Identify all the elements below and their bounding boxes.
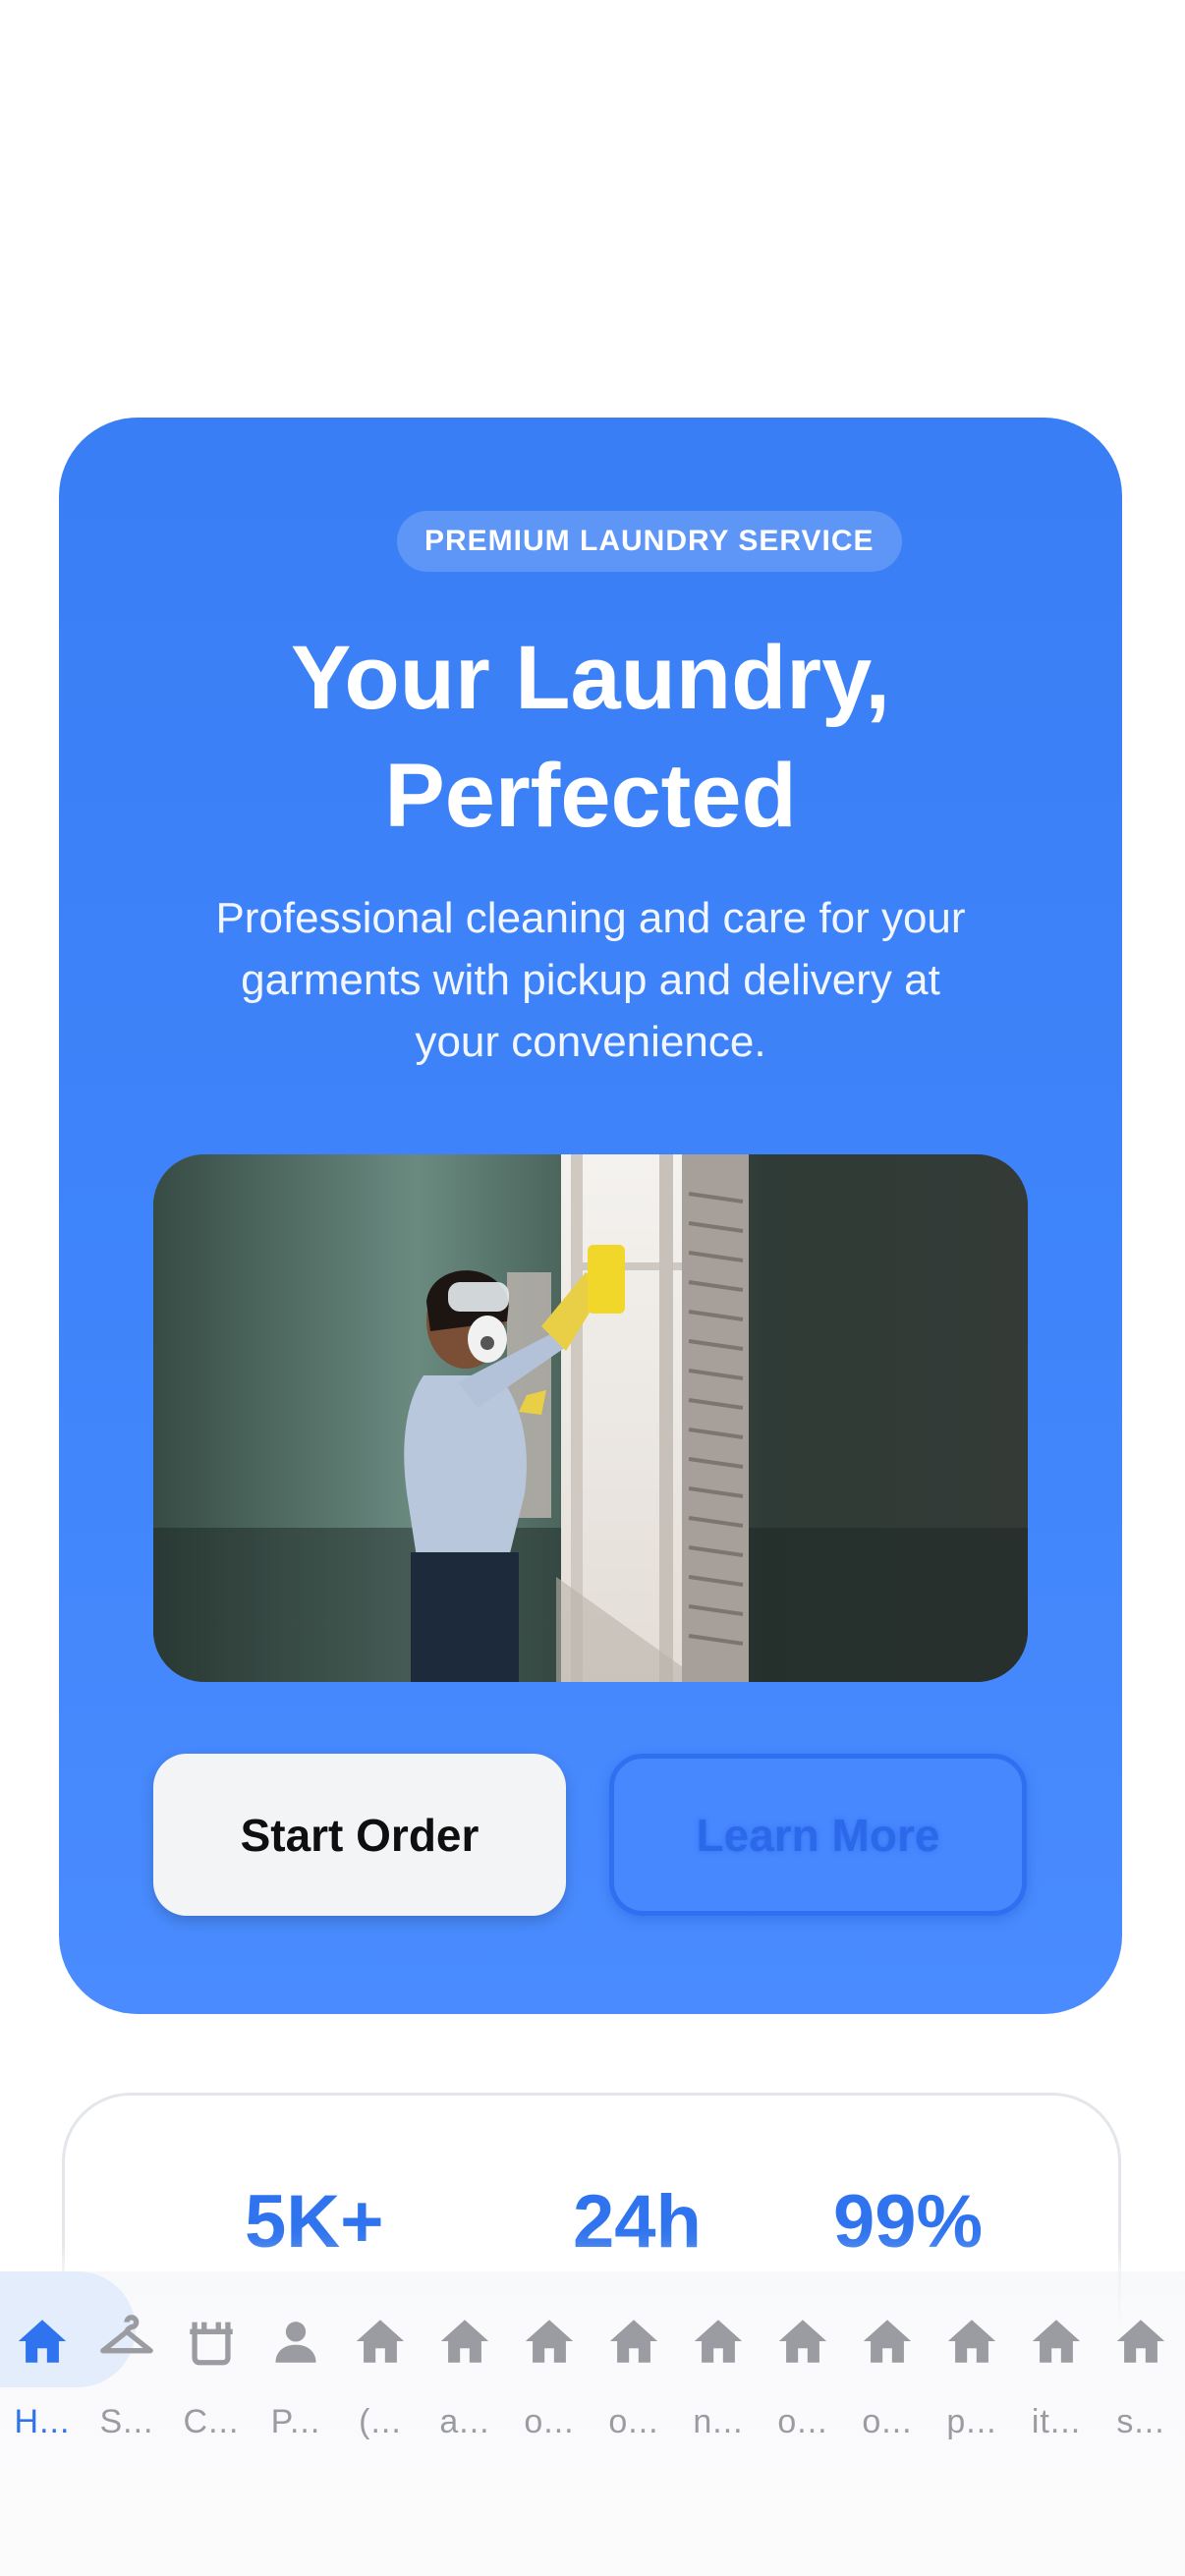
tab-label: o... (862, 2403, 913, 2440)
tab-label: n... (693, 2403, 744, 2440)
home-icon (863, 2320, 912, 2363)
stat-value: 24h (573, 2180, 702, 2264)
home-icon (778, 2320, 827, 2363)
tab-item-13[interactable]: it... (1014, 2291, 1099, 2458)
tab-label: o... (608, 2403, 659, 2440)
tab-services[interactable]: S... (85, 2291, 169, 2458)
start-order-button[interactable]: Start Order (153, 1754, 566, 1916)
tab-item-8[interactable]: o... (592, 2291, 676, 2458)
stat-value: 99% (833, 2180, 984, 2264)
cleaning-person-illustration (153, 1154, 1028, 1682)
basket-icon (190, 2322, 233, 2366)
home-icon (1116, 2320, 1165, 2363)
hero-title: Your Laundry, Perfected (59, 619, 1122, 855)
hero-subtitle: Professional cleaning and care for your … (177, 887, 1004, 1073)
stat-value: 5K+ (245, 2180, 384, 2264)
tab-item-14[interactable]: s... (1099, 2291, 1183, 2458)
tab-label: H... (14, 2403, 71, 2440)
tab-profile[interactable]: P... (254, 2291, 338, 2458)
home-icon (440, 2320, 489, 2363)
tab-item-6[interactable]: a... (423, 2291, 507, 2458)
home-icon (1032, 2320, 1081, 2363)
bottom-tab-bar: H... S... C... P... (... a... o... o... (0, 2271, 1185, 2576)
hero-subtitle-line-3: your convenience. (415, 1018, 766, 1066)
tab-label: o... (524, 2403, 575, 2440)
tab-item-9[interactable]: n... (676, 2291, 761, 2458)
home-icon (947, 2320, 996, 2363)
tab-label: s... (1116, 2403, 1165, 2440)
tab-label: o... (777, 2403, 828, 2440)
learn-more-button[interactable]: Learn More (609, 1754, 1027, 1916)
tab-item-5[interactable]: (... (338, 2291, 423, 2458)
tab-home[interactable]: H... (0, 2291, 85, 2458)
hanger-icon (100, 2315, 153, 2354)
home-icon (694, 2320, 743, 2363)
tab-label: C... (183, 2403, 240, 2440)
hero-subtitle-line-1: Professional cleaning and care for your (215, 894, 966, 942)
tab-label: p... (946, 2403, 997, 2440)
hero-subtitle-line-2: garments with pickup and delivery at (241, 956, 940, 1004)
hero-title-line-1: Your Laundry, (291, 628, 890, 728)
person-icon (275, 2322, 316, 2363)
tab-item-7[interactable]: o... (507, 2291, 592, 2458)
tab-label: (... (359, 2403, 402, 2440)
app-screen: PREMIUM LAUNDRY SERVICE Your Laundry, Pe… (0, 0, 1185, 2576)
tab-label: P... (270, 2403, 321, 2440)
tab-label: S... (99, 2403, 154, 2440)
home-icon (609, 2320, 658, 2363)
hero-card: PREMIUM LAUNDRY SERVICE Your Laundry, Pe… (59, 418, 1122, 2014)
tab-label: it... (1031, 2403, 1082, 2440)
home-icon (525, 2320, 574, 2363)
home-icon (356, 2320, 405, 2363)
hero-photo (153, 1154, 1028, 1682)
home-icon (18, 2320, 67, 2363)
hero-title-line-2: Perfected (384, 746, 797, 846)
tab-cart[interactable]: C... (169, 2291, 254, 2458)
tab-item-10[interactable]: o... (761, 2291, 845, 2458)
tab-label: a... (439, 2403, 490, 2440)
tab-item-11[interactable]: o... (845, 2291, 930, 2458)
service-badge: PREMIUM LAUNDRY SERVICE (397, 511, 902, 572)
tab-item-12[interactable]: p... (930, 2291, 1014, 2458)
